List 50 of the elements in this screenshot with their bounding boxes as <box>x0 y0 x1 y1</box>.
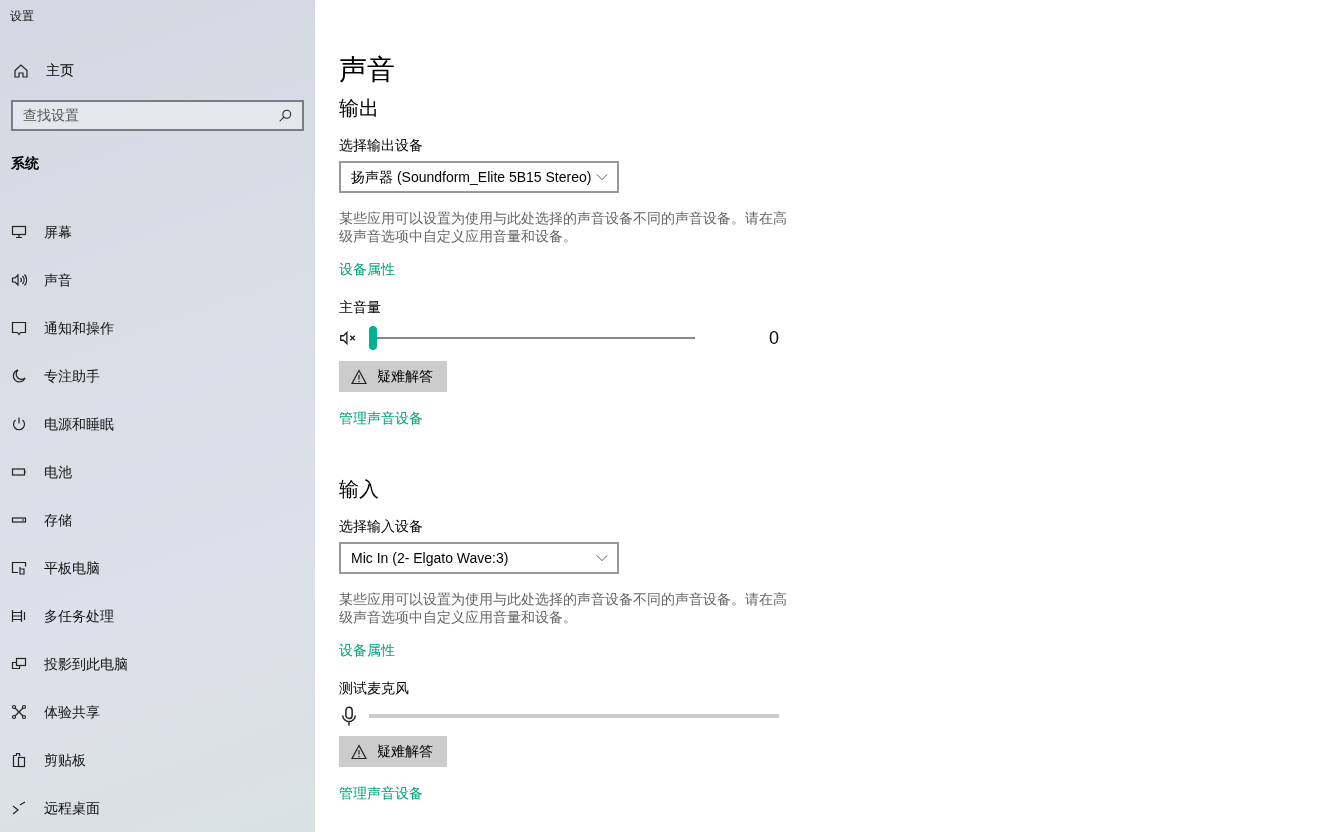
volume-value: 0 <box>769 326 779 350</box>
microphone-icon <box>339 706 359 726</box>
volume-label: 主音量 <box>339 298 382 317</box>
sidebar-item[interactable]: 多任务处理 <box>0 592 114 640</box>
remote-desktop-icon <box>11 800 27 816</box>
monitor-icon <box>11 224 27 240</box>
projection-icon <box>11 656 27 672</box>
device-dropdown[interactable]: Mic In (2- Elgato Wave:3) <box>339 542 619 574</box>
sidebar-item[interactable]: 投影到此电脑 <box>0 640 128 688</box>
tablet-touch-icon <box>11 560 27 576</box>
clipboard-icon <box>11 752 27 768</box>
speaker-icon <box>11 272 27 288</box>
power-icon <box>11 416 27 432</box>
moon-icon <box>11 368 27 384</box>
message-icon <box>11 320 27 336</box>
sidebar-item[interactable]: 声音 <box>0 256 72 304</box>
sidebar-item[interactable]: 体验共享 <box>0 688 100 736</box>
sidebar-item[interactable]: 存储 <box>0 496 72 544</box>
home-icon <box>13 62 29 79</box>
section-heading: 输入 <box>339 477 380 502</box>
sidebar-item[interactable]: 屏幕 <box>0 208 72 256</box>
sidebar-item[interactable]: 平板电脑 <box>0 544 100 592</box>
description-text: 某些应用可以设置为使用与此处选择的声音设备不同的声音设备。请在高级声音选项中自定义应用音量和设备。 <box>339 209 788 245</box>
field-label: 选择输出设备 <box>339 136 424 155</box>
sidebar-item[interactable]: 专注助手 <box>0 352 100 400</box>
slider-thumb[interactable] <box>369 326 377 350</box>
troubleshoot-button[interactable]: 疑难解答 <box>339 361 447 392</box>
sidebar-item[interactable]: 电池 <box>0 448 72 496</box>
search-icon <box>278 108 292 123</box>
sidebar-item[interactable]: 电源和睡眠 <box>0 400 114 448</box>
home-nav-item[interactable]: 主页 <box>0 51 74 90</box>
volume-slider[interactable] <box>369 326 695 350</box>
search-field[interactable]: 查找设置 <box>11 100 304 132</box>
sidebar-item[interactable]: 通知和操作 <box>0 304 114 352</box>
mic-test-label: 测试麦克风 <box>339 679 410 698</box>
section-heading: 系统 <box>10 154 40 174</box>
field-label: 选择输入设备 <box>339 517 424 536</box>
section-heading: 输出 <box>339 96 380 121</box>
description-text: 某些应用可以设置为使用与此处选择的声音设备不同的声音设备。请在高级声音选项中自定义应用音量和设备。 <box>339 590 788 626</box>
muted-speaker-icon <box>339 329 357 347</box>
window-title: 设置 <box>9 8 35 25</box>
sidebar-item[interactable]: 剪贴板 <box>0 736 86 784</box>
sidebar-item[interactable]: 远程桌面 <box>0 784 100 832</box>
share-icon <box>11 704 27 720</box>
warning-icon <box>351 743 367 760</box>
warning-icon <box>351 368 367 385</box>
multitasking-icon <box>11 608 27 624</box>
page-title: 声音 <box>339 53 396 87</box>
troubleshoot-button[interactable]: 疑难解答 <box>339 736 447 767</box>
device-dropdown[interactable]: 扬声器 (Soundform_Elite 5B15 Stereo) <box>339 161 619 193</box>
